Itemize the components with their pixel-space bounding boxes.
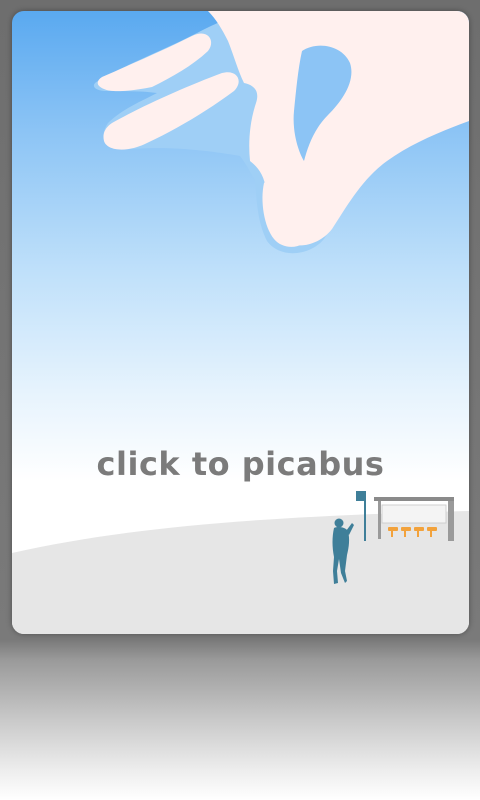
picabus-start-card[interactable]: click to picabus	[12, 11, 469, 634]
scene-illustration	[12, 11, 469, 634]
ground-hill	[12, 511, 469, 634]
hand-icon	[93, 11, 469, 254]
click-to-picabus-label[interactable]: click to picabus	[12, 445, 469, 483]
